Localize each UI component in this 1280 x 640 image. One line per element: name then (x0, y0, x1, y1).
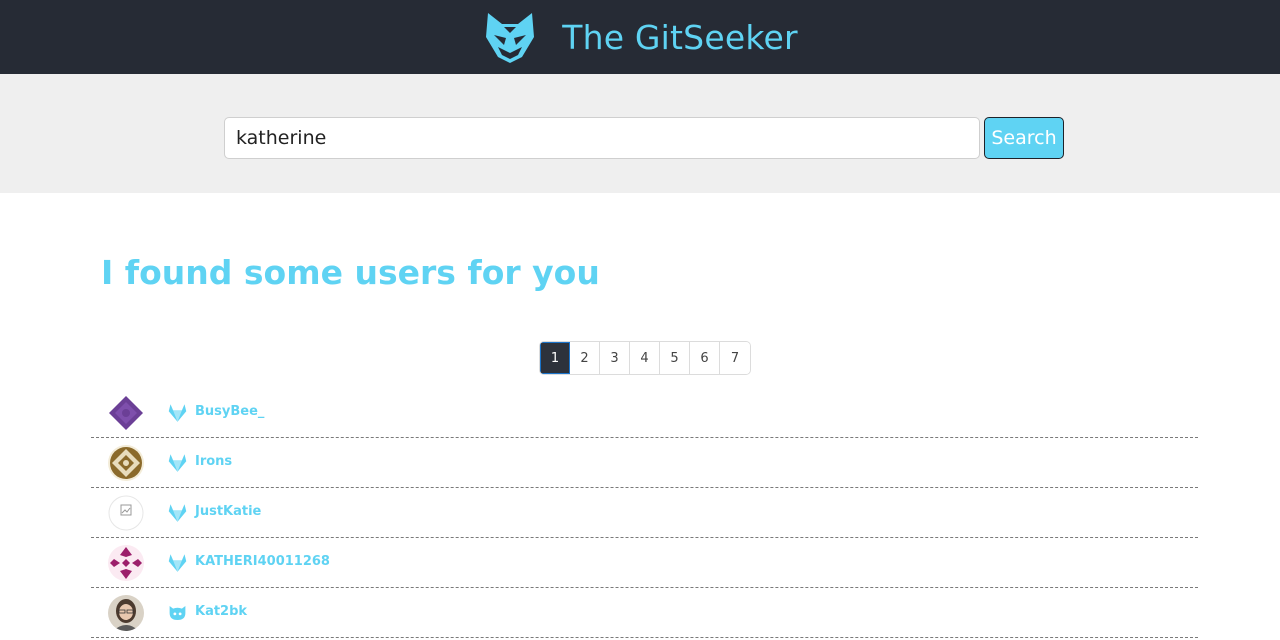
magenta-pattern-avatar[interactable] (108, 545, 144, 581)
username-link[interactable]: Irons (195, 454, 232, 469)
username-link[interactable]: JustKatie (195, 504, 261, 519)
brown-pattern-avatar[interactable] (108, 445, 144, 481)
github-icon (169, 606, 186, 620)
user-row: Kat2bk (91, 588, 1198, 638)
user-list: BusyBee_ Irons JustKatie KATHERI40011268… (91, 388, 1198, 638)
gitlab-icon (168, 404, 187, 422)
pagination: 1 2 3 4 5 6 7 (539, 341, 751, 375)
page-link-2[interactable]: 2 (570, 342, 600, 374)
search-button[interactable]: Search (984, 117, 1064, 159)
photo-avatar[interactable] (108, 595, 144, 631)
brand[interactable]: The GitSeeker (482, 9, 798, 65)
broken-image-avatar[interactable] (108, 495, 144, 531)
page-link-7[interactable]: 7 (720, 342, 750, 374)
username-link[interactable]: KATHERI40011268 (195, 554, 330, 569)
gitlab-icon (168, 554, 187, 572)
username-link[interactable]: Kat2bk (195, 604, 247, 619)
page-link-3[interactable]: 3 (600, 342, 630, 374)
gitlab-icon (168, 504, 187, 522)
fox-mask-icon (486, 13, 535, 63)
top-header: The GitSeeker (0, 0, 1280, 74)
page-link-1[interactable]: 1 (540, 342, 570, 374)
username-link[interactable]: BusyBee_ (195, 404, 264, 419)
search-band: Search (0, 74, 1280, 193)
purple-pattern-avatar[interactable] (108, 395, 144, 431)
user-row: KATHERI40011268 (91, 538, 1198, 588)
user-row: BusyBee_ (91, 388, 1198, 438)
page-link-6[interactable]: 6 (690, 342, 720, 374)
search-input[interactable] (224, 117, 980, 159)
user-row: JustKatie (91, 488, 1198, 538)
app-title: The GitSeeker (562, 17, 798, 57)
search-bar: Search (224, 117, 1064, 159)
user-row: Irons (91, 438, 1198, 488)
page-link-5[interactable]: 5 (660, 342, 690, 374)
gitlab-icon (168, 454, 187, 472)
results-heading: I found some users for you (101, 253, 600, 292)
page-link-4[interactable]: 4 (630, 342, 660, 374)
